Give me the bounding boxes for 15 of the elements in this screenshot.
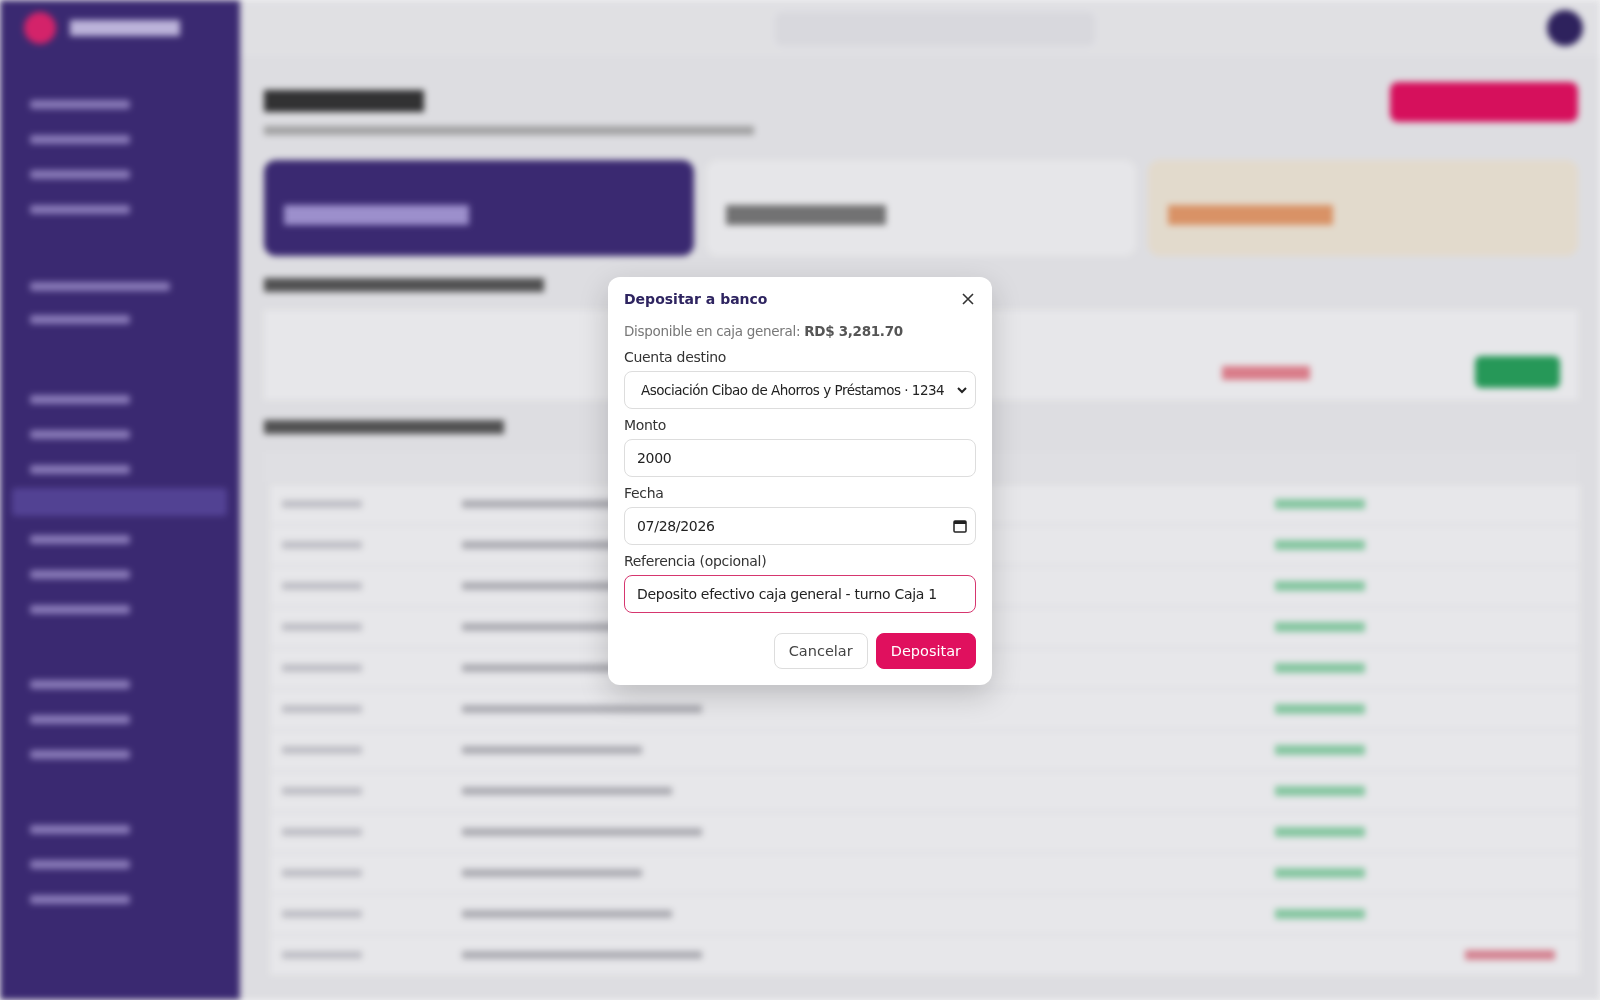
deposit-button[interactable]: Depositar (875, 633, 976, 669)
field-label: Referencia (opcional) (624, 553, 768, 569)
field-label: Cuenta destino (624, 349, 728, 365)
input-field[interactable]: 2000 (624, 439, 976, 477)
chevron-down-icon (957, 386, 967, 394)
date-field[interactable]: 07/28/2026 (624, 507, 976, 545)
available-balance-text: Disponible en caja general: RD$ 3,281.70 (624, 323, 904, 339)
input-field[interactable]: Deposito efectivo caja general - turno Caja 1 (624, 575, 976, 613)
field-label: Fecha (624, 485, 665, 501)
dialog-title: Depositar a banco (624, 291, 768, 307)
account-select[interactable]: Asociación Cibao de Ahorros y Préstamos · 1234 (624, 371, 976, 409)
close-icon[interactable] (960, 291, 976, 307)
cancel-button[interactable]: Cancelar (773, 633, 868, 669)
calendar-icon (953, 519, 967, 533)
field-label: Monto (624, 417, 668, 433)
